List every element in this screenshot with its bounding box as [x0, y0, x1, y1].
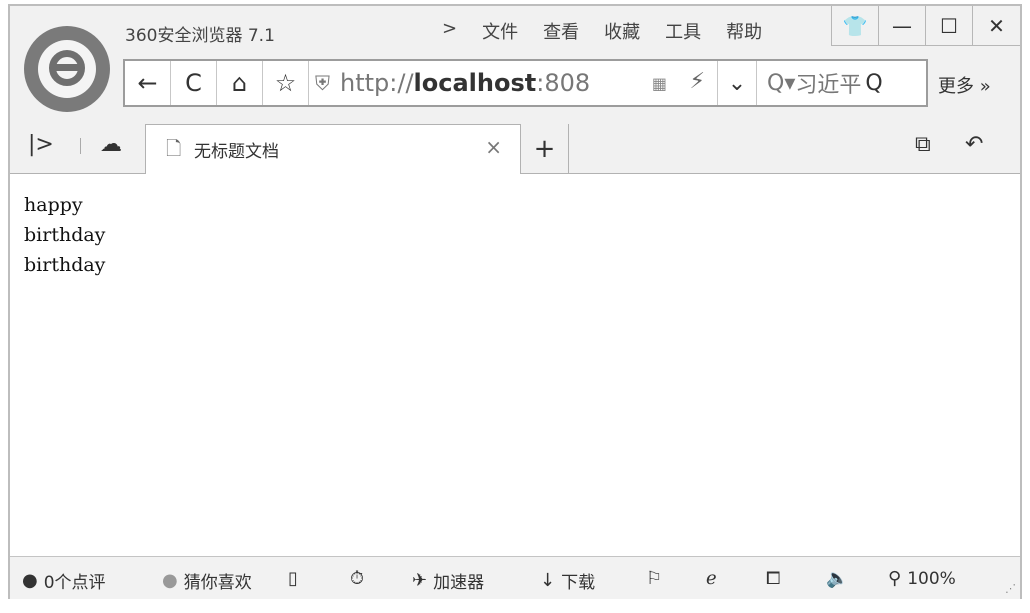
zoom-item[interactable]: ⚲ 100%: [888, 568, 956, 589]
sidebar-toggle-icon[interactable]: |>: [28, 132, 54, 157]
menu-item-tools[interactable]: 工具: [665, 18, 701, 44]
fruit-icon: ●: [22, 570, 38, 591]
status-bar: ● 0个点评 ● 猜你喜欢 ▯ ⏱ ✈ 加速器 ↓ 下载 ⚐ ℯ ⧠ 🔈 ⚲ 1…: [10, 556, 1020, 599]
content-line: birthday: [24, 254, 106, 276]
rocket-icon: ✈: [412, 570, 428, 591]
tab-close-icon[interactable]: ×: [485, 135, 502, 159]
title-bar: 360安全浏览器 7.1 > 文件 查看 收藏 工具 帮助 👕 — ☐ ✕ ← …: [10, 6, 1020, 114]
navigation-bar: ← C ⌂ ☆ ⛨ http://localhost:808 ▦ ⚡ ⌄ Q▾ …: [123, 59, 928, 107]
skin-icon[interactable]: 👕: [832, 6, 879, 46]
zoom-icon: ⚲: [888, 568, 902, 589]
app-title: 360安全浏览器 7.1: [125, 26, 275, 46]
tab-bar: |> ☁ 🗋 无标题文档 × + ⧉ ↶: [10, 114, 1020, 175]
more-button[interactable]: 更多 »: [938, 72, 991, 98]
menu-bar: > 文件 查看 收藏 工具 帮助: [442, 18, 762, 44]
window-controls: 👕 — ☐ ✕: [831, 6, 1020, 46]
menu-expand-icon[interactable]: >: [442, 18, 457, 44]
document-icon: 🗋: [166, 138, 182, 160]
browser-window: 360安全浏览器 7.1 > 文件 查看 收藏 工具 帮助 👕 — ☐ ✕ ← …: [8, 4, 1022, 599]
tab-list-icon[interactable]: ⧉: [915, 132, 931, 157]
favorite-button[interactable]: ☆: [263, 61, 309, 105]
dot-icon: ●: [162, 570, 178, 591]
back-button[interactable]: ←: [125, 61, 171, 105]
url-host: localhost: [413, 69, 537, 97]
menu-item-file[interactable]: 文件: [482, 18, 518, 44]
sound-icon[interactable]: 🔈: [826, 568, 848, 589]
zoom-level: 100%: [907, 568, 956, 589]
mobile-icon[interactable]: ▯: [288, 568, 298, 589]
content-line: happy: [24, 194, 83, 216]
home-button[interactable]: ⌂: [217, 61, 263, 105]
address-bar[interactable]: ⛨ http://localhost:808 ▦ ⚡: [309, 61, 717, 105]
screenshot-icon[interactable]: ⧠: [766, 568, 780, 589]
download-item[interactable]: ↓ 下载: [540, 568, 595, 593]
accelerator-item[interactable]: ✈ 加速器: [412, 568, 484, 593]
browser-logo[interactable]: [24, 26, 110, 112]
new-tab-button[interactable]: +: [521, 124, 569, 174]
speed-mode-icon[interactable]: ⚡: [690, 69, 705, 94]
search-text: 习近平: [795, 73, 862, 98]
recommend-item[interactable]: ● 猜你喜欢: [162, 568, 252, 593]
download-label: 下载: [561, 573, 596, 593]
maximize-button[interactable]: ☐: [926, 6, 973, 46]
reviews-label: 0个点评: [43, 573, 106, 593]
tab-title: 无标题文档: [194, 142, 279, 162]
search-icon[interactable]: Q: [865, 71, 882, 96]
reload-button[interactable]: C: [171, 61, 217, 105]
menu-item-favorites[interactable]: 收藏: [604, 18, 640, 44]
tab-active[interactable]: 🗋 无标题文档 ×: [145, 124, 521, 175]
menu-item-help[interactable]: 帮助: [726, 18, 762, 44]
search-engine-icon[interactable]: Q▾: [767, 71, 795, 96]
timer-icon[interactable]: ⏱: [350, 568, 364, 589]
url-suffix: :808: [536, 69, 591, 97]
download-arrow-icon: ↓: [540, 570, 556, 591]
reviews-item[interactable]: ● 0个点评: [22, 568, 106, 593]
flag-icon[interactable]: ⚐: [646, 568, 662, 589]
ie-mode-icon[interactable]: ℯ: [706, 568, 717, 589]
minimize-button[interactable]: —: [879, 6, 926, 46]
cloud-icon[interactable]: ☁: [100, 132, 122, 157]
search-box[interactable]: Q▾ 习近平 Q: [756, 61, 926, 105]
menu-item-view[interactable]: 查看: [543, 18, 579, 44]
qr-code-icon[interactable]: ▦: [652, 74, 667, 93]
resize-grip-icon[interactable]: ⋰: [1005, 582, 1016, 595]
undo-close-tab-icon[interactable]: ↶: [965, 132, 983, 157]
close-window-button[interactable]: ✕: [973, 6, 1020, 46]
url-dropdown-button[interactable]: ⌄: [717, 61, 756, 105]
content-line: birthday: [24, 224, 106, 246]
url-prefix: http://: [340, 69, 414, 97]
page-content: happy birthday birthday: [10, 174, 1020, 556]
security-shield-icon: ⛨: [315, 71, 330, 95]
accelerator-label: 加速器: [433, 573, 485, 593]
recommend-label: 猜你喜欢: [183, 573, 252, 593]
